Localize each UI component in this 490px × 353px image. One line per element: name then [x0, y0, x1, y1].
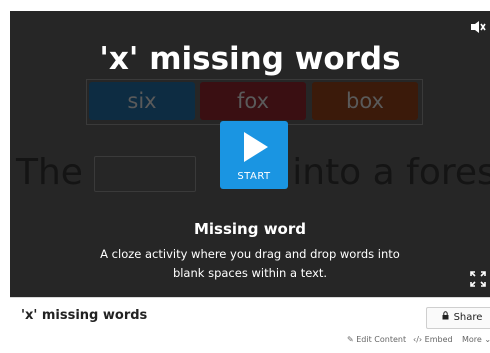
embed-link[interactable]: ‹/› Embed [413, 335, 453, 344]
word-card-six[interactable]: six [89, 82, 195, 120]
word-card-box[interactable]: box [312, 82, 418, 120]
play-icon [244, 132, 268, 162]
blank-drop-zone[interactable] [94, 156, 196, 192]
lock-icon [442, 308, 449, 328]
sentence-start: The [16, 152, 83, 193]
fullscreen-icon[interactable] [470, 271, 486, 291]
description-text: A cloze activity where you drag and drop… [100, 247, 400, 280]
content-footer: 'x' missing words Share ✎ Edit Content ‹… [10, 297, 490, 353]
start-button[interactable]: START [220, 121, 288, 189]
speaker-icon[interactable] [470, 19, 486, 38]
description-title: Missing word [193, 220, 306, 238]
more-menu[interactable]: More ⌄ [462, 335, 490, 344]
sentence-end: r into a forest. [266, 152, 490, 193]
share-label: Share [453, 312, 483, 323]
activity-title: 'x' missing words [99, 41, 401, 77]
footer-title: 'x' missing words [21, 308, 148, 323]
start-label: START [237, 171, 271, 182]
activity-player: six fox box The r into a forest. 'x' mis… [10, 11, 490, 297]
share-button[interactable]: Share [426, 307, 490, 329]
edit-content-link[interactable]: ✎ Edit Content [347, 335, 406, 344]
word-card-fox[interactable]: fox [200, 82, 306, 120]
